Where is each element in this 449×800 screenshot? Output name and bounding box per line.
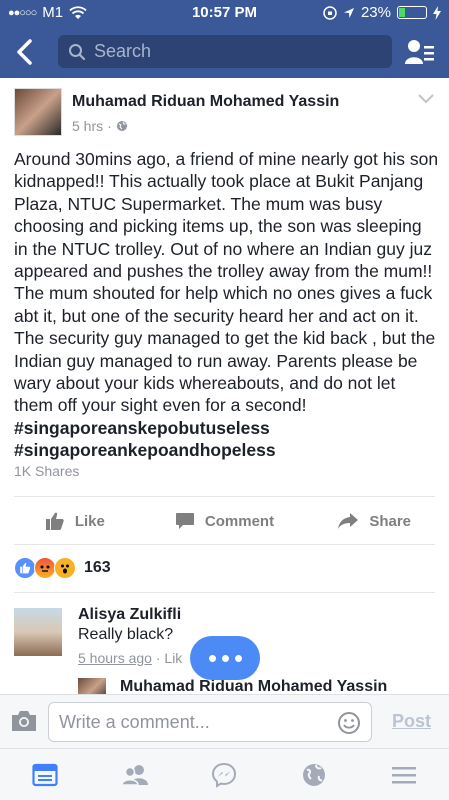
globe-privacy-icon xyxy=(116,121,127,131)
friends-icon xyxy=(120,764,148,786)
post-meta: 5 hrs · xyxy=(72,118,128,134)
search-placeholder: Search xyxy=(94,41,152,61)
battery-icon xyxy=(397,6,427,19)
divider xyxy=(14,544,435,545)
like-reaction-icon xyxy=(14,557,36,579)
thumbs-up-icon xyxy=(45,512,64,530)
comment-text: Really black? xyxy=(78,626,174,643)
tab-friends[interactable] xyxy=(90,749,180,800)
comment-input[interactable]: Write a comment... xyxy=(48,702,372,742)
like-label: Like xyxy=(74,512,105,530)
reaction-count: 163 xyxy=(84,559,111,576)
menu-icon xyxy=(392,766,417,783)
meta-separator: · xyxy=(155,650,161,666)
back-arrow-icon xyxy=(17,39,32,65)
friend-requests-button[interactable] xyxy=(405,38,435,66)
post-actions: Like Comment Share xyxy=(0,498,449,544)
search-icon xyxy=(69,43,86,60)
divider xyxy=(14,592,435,593)
meta-separator: · xyxy=(107,118,112,134)
camera-button[interactable] xyxy=(10,709,38,733)
messenger-icon xyxy=(212,762,237,788)
share-arrow-icon xyxy=(338,513,359,529)
angry-reaction-icon xyxy=(34,557,56,579)
share-count[interactable]: 1K Shares xyxy=(14,463,79,479)
comment-label: Comment xyxy=(204,512,275,530)
friend-list-icon xyxy=(405,40,434,64)
tab-bar xyxy=(0,748,449,800)
post-timestamp[interactable]: 5 hrs xyxy=(72,118,103,134)
chevron-down-icon xyxy=(418,94,434,104)
typing-indicator-bubble[interactable] xyxy=(190,636,260,680)
post-comment-button[interactable]: Post xyxy=(392,711,431,732)
share-label: Share xyxy=(369,512,412,530)
post-options-button[interactable] xyxy=(417,92,435,106)
globe-icon xyxy=(303,763,326,786)
camera-icon xyxy=(12,711,36,731)
post-body: Around 30mins ago, a friend of mine near… xyxy=(14,148,439,462)
tab-messenger[interactable] xyxy=(180,749,270,800)
author-avatar[interactable] xyxy=(14,88,62,136)
hashtag[interactable]: #singaporeanskepobutuseless xyxy=(14,418,270,438)
post-text: Around 30mins ago, a friend of mine near… xyxy=(14,149,439,416)
commenter-name[interactable]: Alisya Zulkifli xyxy=(78,606,181,624)
status-bar: ●●○○○ M1 10:57 PM 23% xyxy=(0,0,449,26)
reactions-summary[interactable]: 163 xyxy=(14,557,111,579)
comment-meta: 5 hours ago · Lik xyxy=(78,650,182,666)
search-input[interactable]: Search xyxy=(58,35,392,68)
wow-reaction-icon xyxy=(54,557,76,579)
smiley-icon xyxy=(338,712,360,734)
tab-news-feed[interactable] xyxy=(0,749,90,800)
battery-percent: 23% xyxy=(360,4,391,21)
tab-notifications[interactable] xyxy=(269,749,359,800)
tab-menu[interactable] xyxy=(359,749,449,800)
location-icon xyxy=(343,7,354,18)
hashtag[interactable]: #singaporeankepoandhopeless xyxy=(14,440,276,460)
comment-like-link[interactable]: Lik xyxy=(164,650,182,666)
navigation-bar: Search xyxy=(0,26,449,78)
rotation-lock-icon xyxy=(323,5,337,20)
back-button[interactable] xyxy=(10,36,40,68)
comment-time[interactable]: 5 hours ago xyxy=(78,650,152,666)
comment-composer: Write a comment... Post xyxy=(0,694,449,748)
post-author[interactable]: Muhamad Riduan Mohamed Yassin xyxy=(72,93,339,111)
dot xyxy=(221,654,229,662)
comment-placeholder: Write a comment... xyxy=(59,711,210,732)
dot xyxy=(208,654,216,662)
emoji-button[interactable] xyxy=(337,711,361,735)
news-feed-icon xyxy=(32,763,58,786)
like-button[interactable]: Like xyxy=(0,498,150,544)
divider xyxy=(14,496,435,497)
comment-icon xyxy=(175,513,194,529)
commenter-avatar[interactable] xyxy=(14,608,62,656)
share-button[interactable]: Share xyxy=(299,498,449,544)
charging-icon xyxy=(433,5,441,20)
comment-button[interactable]: Comment xyxy=(150,498,300,544)
dot xyxy=(234,654,242,662)
